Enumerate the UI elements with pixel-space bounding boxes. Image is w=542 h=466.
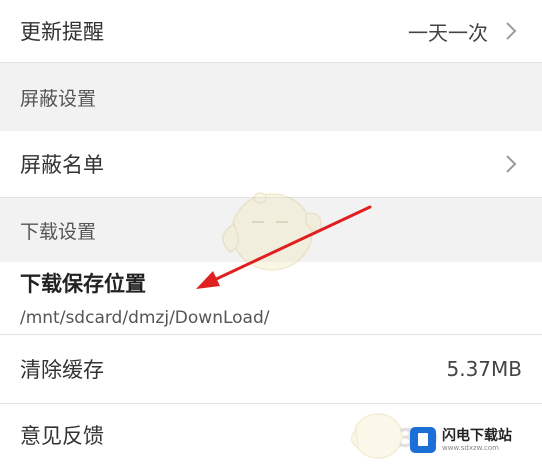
download-location-label: 下载保存位置 — [20, 272, 146, 296]
block-settings-title: 屏蔽设置 — [20, 87, 97, 110]
clear-cache-label: 清除缓存 — [20, 358, 104, 382]
block-settings-section: 屏蔽设置 — [0, 63, 542, 131]
block-list-label: 屏蔽名单 — [20, 153, 104, 177]
update-reminder-value: 一天一次 — [408, 20, 488, 45]
chevron-right-icon — [506, 155, 517, 173]
clear-cache-row[interactable]: 清除缓存 5.37MB — [0, 335, 542, 403]
site-logo-icon — [410, 427, 436, 453]
download-location-path: /mnt/sdcard/dmzj/DownLoad/ — [20, 308, 270, 328]
site-watermark-badge: 闪电下载站 www.sdxzw.com — [410, 420, 534, 460]
site-name: 闪电下载站 — [442, 427, 512, 444]
download-settings-section: 下载设置 — [0, 198, 542, 262]
site-url: www.sdxzw.com — [442, 443, 499, 452]
download-location-row[interactable]: 下载保存位置 /mnt/sdcard/dmzj/DownLoad/ — [0, 262, 542, 334]
chevron-right-icon — [506, 22, 517, 40]
download-settings-title: 下载设置 — [20, 220, 97, 243]
update-reminder-label: 更新提醒 — [20, 20, 104, 44]
update-reminder-row[interactable]: 更新提醒 一天一次 — [0, 0, 542, 62]
block-list-row[interactable]: 屏蔽名单 — [0, 131, 542, 197]
cache-size-value: 5.37MB — [446, 357, 522, 381]
